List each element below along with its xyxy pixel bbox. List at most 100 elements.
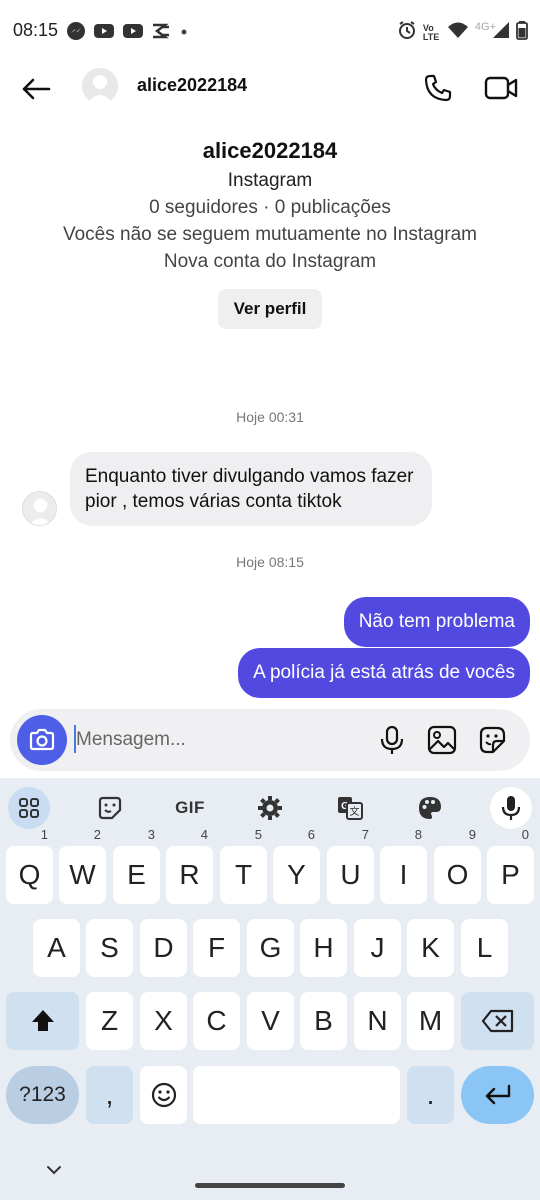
camera-icon: [29, 728, 55, 751]
key-i[interactable]: I8: [380, 828, 427, 904]
key-l[interactable]: L: [461, 919, 508, 977]
key-k[interactable]: K: [407, 919, 454, 977]
key-r[interactable]: R4: [166, 828, 213, 904]
hide-keyboard-button[interactable]: [44, 1160, 64, 1180]
default-avatar-icon: [87, 75, 113, 104]
key-label: Q: [18, 859, 41, 890]
key-hint: 6: [307, 827, 315, 842]
voice-message-button[interactable]: [376, 724, 408, 756]
key-m[interactable]: M: [407, 992, 454, 1050]
key-a[interactable]: A: [33, 919, 80, 977]
header-username[interactable]: alice2022184: [137, 75, 247, 96]
symbols-key[interactable]: ?123: [6, 1066, 79, 1124]
key-b[interactable]: B: [300, 992, 347, 1050]
key-hint: 2: [93, 827, 101, 842]
key-s[interactable]: S: [86, 919, 133, 977]
key-n[interactable]: N: [354, 992, 401, 1050]
status-system-icons: Vo LTE 4G+: [397, 20, 528, 45]
keyboard-toolbar: GIF G文: [0, 778, 540, 838]
key-v[interactable]: V: [247, 992, 294, 1050]
shift-icon: [31, 1010, 54, 1031]
key-j[interactable]: J: [354, 919, 401, 977]
incoming-message[interactable]: Enquanto tiver divulgando vamos fazer pi…: [70, 452, 432, 526]
palette-icon: [419, 797, 441, 819]
period-key[interactable]: .: [407, 1066, 454, 1124]
space-key[interactable]: [193, 1066, 400, 1124]
gallery-button[interactable]: [426, 724, 458, 756]
key-y[interactable]: Y6: [273, 828, 320, 904]
key-hint: 9: [468, 827, 476, 842]
backspace-icon: [481, 1009, 513, 1033]
alarm-icon: [397, 20, 417, 45]
key-c[interactable]: C: [193, 992, 240, 1050]
comma-key[interactable]: ,: [86, 1066, 133, 1124]
key-hint: 8: [414, 827, 422, 842]
keyboard-apps-button[interactable]: [8, 787, 50, 829]
apps-grid-icon: [19, 798, 39, 818]
sticker-button[interactable]: [476, 724, 508, 756]
camera-button[interactable]: [17, 715, 67, 765]
key-u[interactable]: U7: [327, 828, 374, 904]
video-call-button[interactable]: [481, 70, 521, 106]
avatar[interactable]: [82, 68, 118, 104]
youtube-icon: [93, 22, 115, 45]
emoji-key[interactable]: [140, 1066, 187, 1124]
message-timestamp: Hoje 08:15: [236, 554, 304, 570]
message-input[interactable]: [76, 725, 306, 755]
signal-4g-icon: [492, 21, 510, 44]
settings-gear-icon: [258, 796, 282, 820]
key-d[interactable]: D: [140, 919, 187, 977]
voice-call-button[interactable]: [420, 70, 456, 106]
shift-key[interactable]: [6, 992, 79, 1050]
keyboard-gif-button[interactable]: GIF: [170, 788, 210, 828]
key-q[interactable]: Q1: [6, 828, 53, 904]
key-e[interactable]: E3: [113, 828, 160, 904]
key-t[interactable]: T5: [220, 828, 267, 904]
emoji-sticker-icon: [98, 796, 122, 820]
youtube-icon: [122, 22, 144, 45]
profile-platform: Instagram: [227, 170, 313, 191]
microphone-icon: [380, 725, 404, 754]
back-arrow-icon: [22, 78, 51, 100]
key-label: R: [179, 859, 200, 890]
key-label: P: [501, 859, 520, 890]
view-profile-button[interactable]: Ver perfil: [217, 289, 323, 329]
sender-avatar[interactable]: [22, 491, 57, 526]
key-x[interactable]: X: [140, 992, 187, 1050]
outgoing-message[interactable]: Não tem problema: [343, 597, 530, 647]
key-label: W: [69, 859, 96, 890]
keyboard-voice-button[interactable]: [490, 787, 532, 829]
sticker-icon: [479, 726, 506, 754]
translate-icon: G文: [338, 797, 363, 820]
profile-summary: alice2022184 Instagram 0 seguidores · 0 …: [0, 136, 540, 329]
key-hint: 3: [147, 827, 155, 842]
battery-icon: [516, 20, 528, 45]
key-hint: 5: [254, 827, 262, 842]
key-z[interactable]: Z: [86, 992, 133, 1050]
gallery-icon: [427, 725, 457, 755]
chat-header: alice2022184: [0, 62, 540, 116]
key-g[interactable]: G: [247, 919, 294, 977]
key-p[interactable]: P0: [487, 828, 534, 904]
keyboard-translate-button[interactable]: G文: [330, 788, 370, 828]
enter-key[interactable]: [461, 1066, 534, 1124]
keyboard-settings-button[interactable]: [250, 788, 290, 828]
key-h[interactable]: H: [300, 919, 347, 977]
video-call-icon: [484, 76, 518, 100]
status-notification-icons: [66, 21, 190, 46]
dot-icon: [178, 25, 190, 43]
back-button[interactable]: [16, 72, 56, 106]
svg-text:文: 文: [350, 805, 360, 818]
message-timestamp: Hoje 00:31: [236, 409, 304, 425]
phone-icon: [424, 74, 452, 102]
status-time: 08:15: [13, 20, 59, 40]
outgoing-message[interactable]: A polícia já está atrás de vocês: [238, 648, 530, 698]
keyboard-sticker-button[interactable]: [90, 788, 130, 828]
key-w[interactable]: W2: [59, 828, 106, 904]
key-f[interactable]: F: [193, 919, 240, 977]
profile-stats: 0 seguidores · 0 publicações: [149, 197, 391, 218]
home-indicator[interactable]: [195, 1183, 345, 1188]
keyboard-theme-button[interactable]: [410, 788, 450, 828]
key-o[interactable]: O9: [434, 828, 481, 904]
backspace-key[interactable]: [461, 992, 534, 1050]
